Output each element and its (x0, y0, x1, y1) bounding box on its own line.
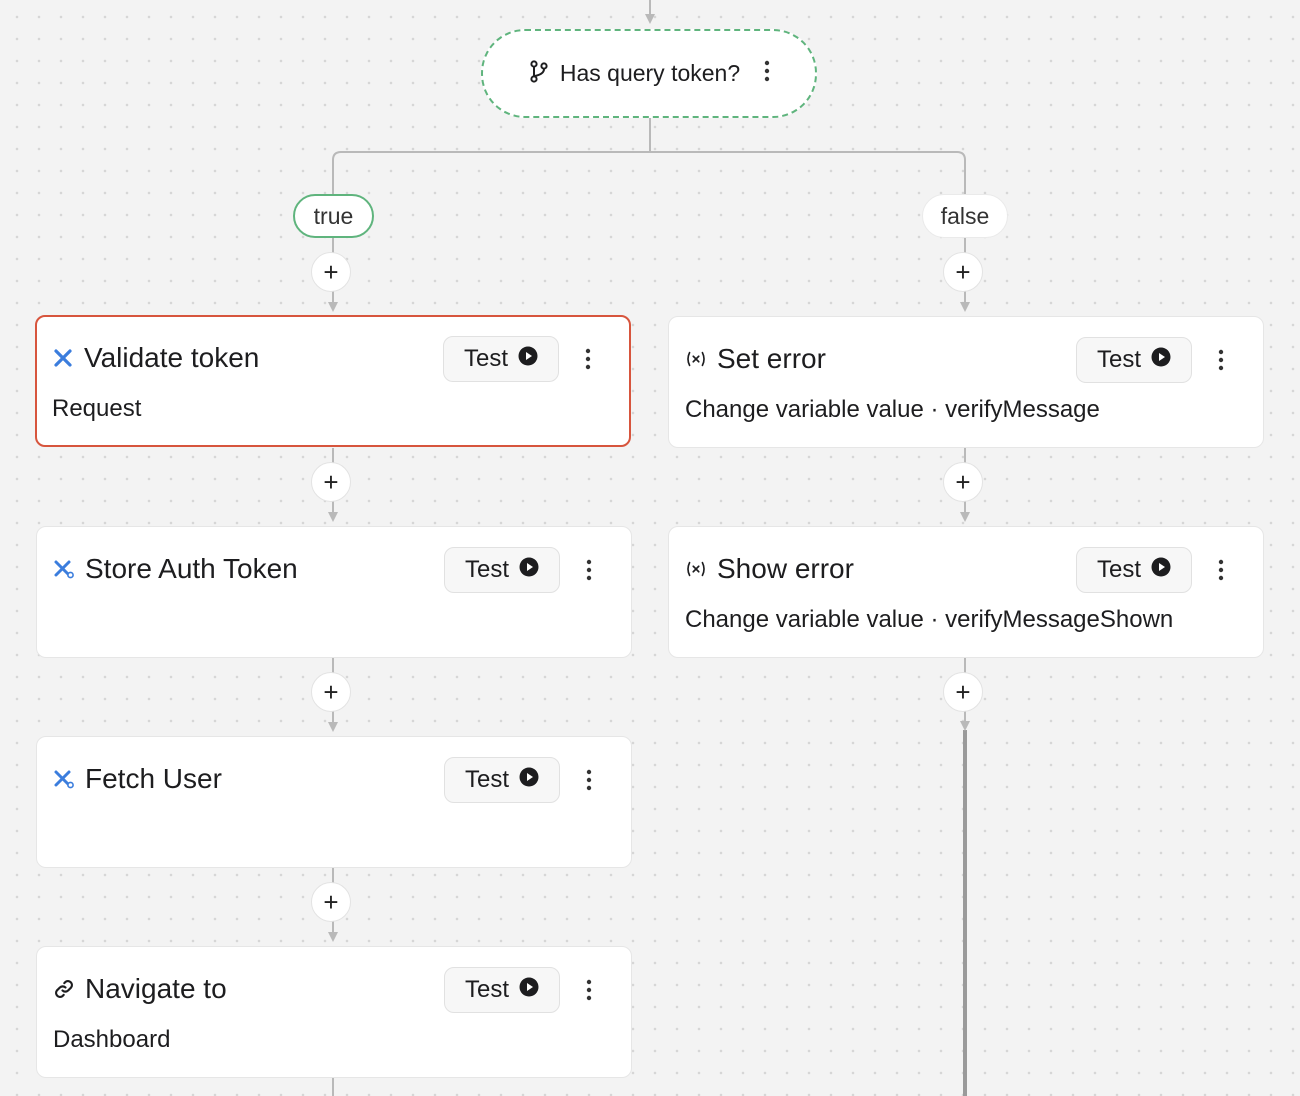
test-button-label: Test (464, 556, 509, 583)
step-menu-icon[interactable] (576, 342, 600, 376)
request-x-icon (53, 558, 75, 580)
test-button-label: Test (464, 766, 509, 793)
test-button[interactable]: Test (1076, 547, 1192, 593)
step-subtitle: Change variable value · verifyMessage (685, 396, 1100, 423)
step-title: Validate token (84, 342, 260, 373)
branch-true-label[interactable]: true (293, 194, 374, 238)
variable-icon (685, 558, 707, 580)
add-step-button[interactable]: + (311, 462, 351, 502)
request-x-icon (52, 347, 74, 369)
step-menu-icon[interactable] (577, 763, 601, 797)
add-step-button[interactable]: + (943, 252, 983, 292)
branch-icon (528, 59, 550, 89)
test-button-label: Test (463, 345, 508, 372)
play-icon (519, 766, 539, 794)
step-subtitle: Change variable value · verifyMessageSho… (685, 606, 1174, 633)
step-menu-icon[interactable] (577, 973, 601, 1007)
step-card-validate-token[interactable]: Validate token Request Test (35, 315, 631, 447)
play-icon (1151, 556, 1171, 584)
test-button[interactable]: Test (443, 336, 559, 382)
step-title: Set error (717, 343, 826, 374)
step-card-set-error[interactable]: Set error Change variable value · verify… (668, 316, 1264, 448)
step-subtitle: Dashboard (53, 1026, 171, 1053)
play-icon (1151, 346, 1171, 374)
play-icon (518, 345, 538, 373)
play-icon (519, 976, 539, 1004)
step-card-navigate-to[interactable]: Navigate to Dashboard Test (36, 946, 632, 1078)
step-card-show-error[interactable]: Show error Change variable value · verif… (668, 526, 1264, 658)
test-button-label: Test (1096, 556, 1141, 583)
step-menu-icon[interactable] (1209, 343, 1233, 377)
add-step-button[interactable]: + (311, 672, 351, 712)
test-button[interactable]: Test (1076, 337, 1192, 383)
condition-label: Has query token? (559, 60, 741, 86)
step-menu-icon[interactable] (1209, 553, 1233, 587)
condition-node[interactable]: Has query token? (481, 29, 817, 118)
test-button-label: Test (1096, 346, 1141, 373)
test-button[interactable]: Test (444, 967, 560, 1013)
step-title: Navigate to (85, 973, 227, 1004)
test-button[interactable]: Test (444, 547, 560, 593)
add-step-button[interactable]: + (943, 672, 983, 712)
test-button-label: Test (464, 976, 509, 1003)
step-title: Fetch User (85, 763, 222, 794)
request-x-icon (53, 768, 75, 790)
add-step-button[interactable]: + (311, 882, 351, 922)
condition-menu-icon[interactable] (764, 60, 770, 88)
play-icon (519, 556, 539, 584)
variable-icon (685, 348, 707, 370)
step-card-fetch-user[interactable]: Fetch User Test (36, 736, 632, 868)
test-button[interactable]: Test (444, 757, 560, 803)
link-icon (53, 978, 75, 1000)
step-menu-icon[interactable] (577, 553, 601, 587)
branch-false-label[interactable]: false (922, 194, 1008, 238)
step-subtitle: Request (52, 395, 142, 422)
step-title: Store Auth Token (85, 553, 298, 584)
step-card-store-auth-token[interactable]: Store Auth Token Test (36, 526, 632, 658)
add-step-button[interactable]: + (311, 252, 351, 292)
step-title: Show error (717, 553, 854, 584)
add-step-button[interactable]: + (943, 462, 983, 502)
